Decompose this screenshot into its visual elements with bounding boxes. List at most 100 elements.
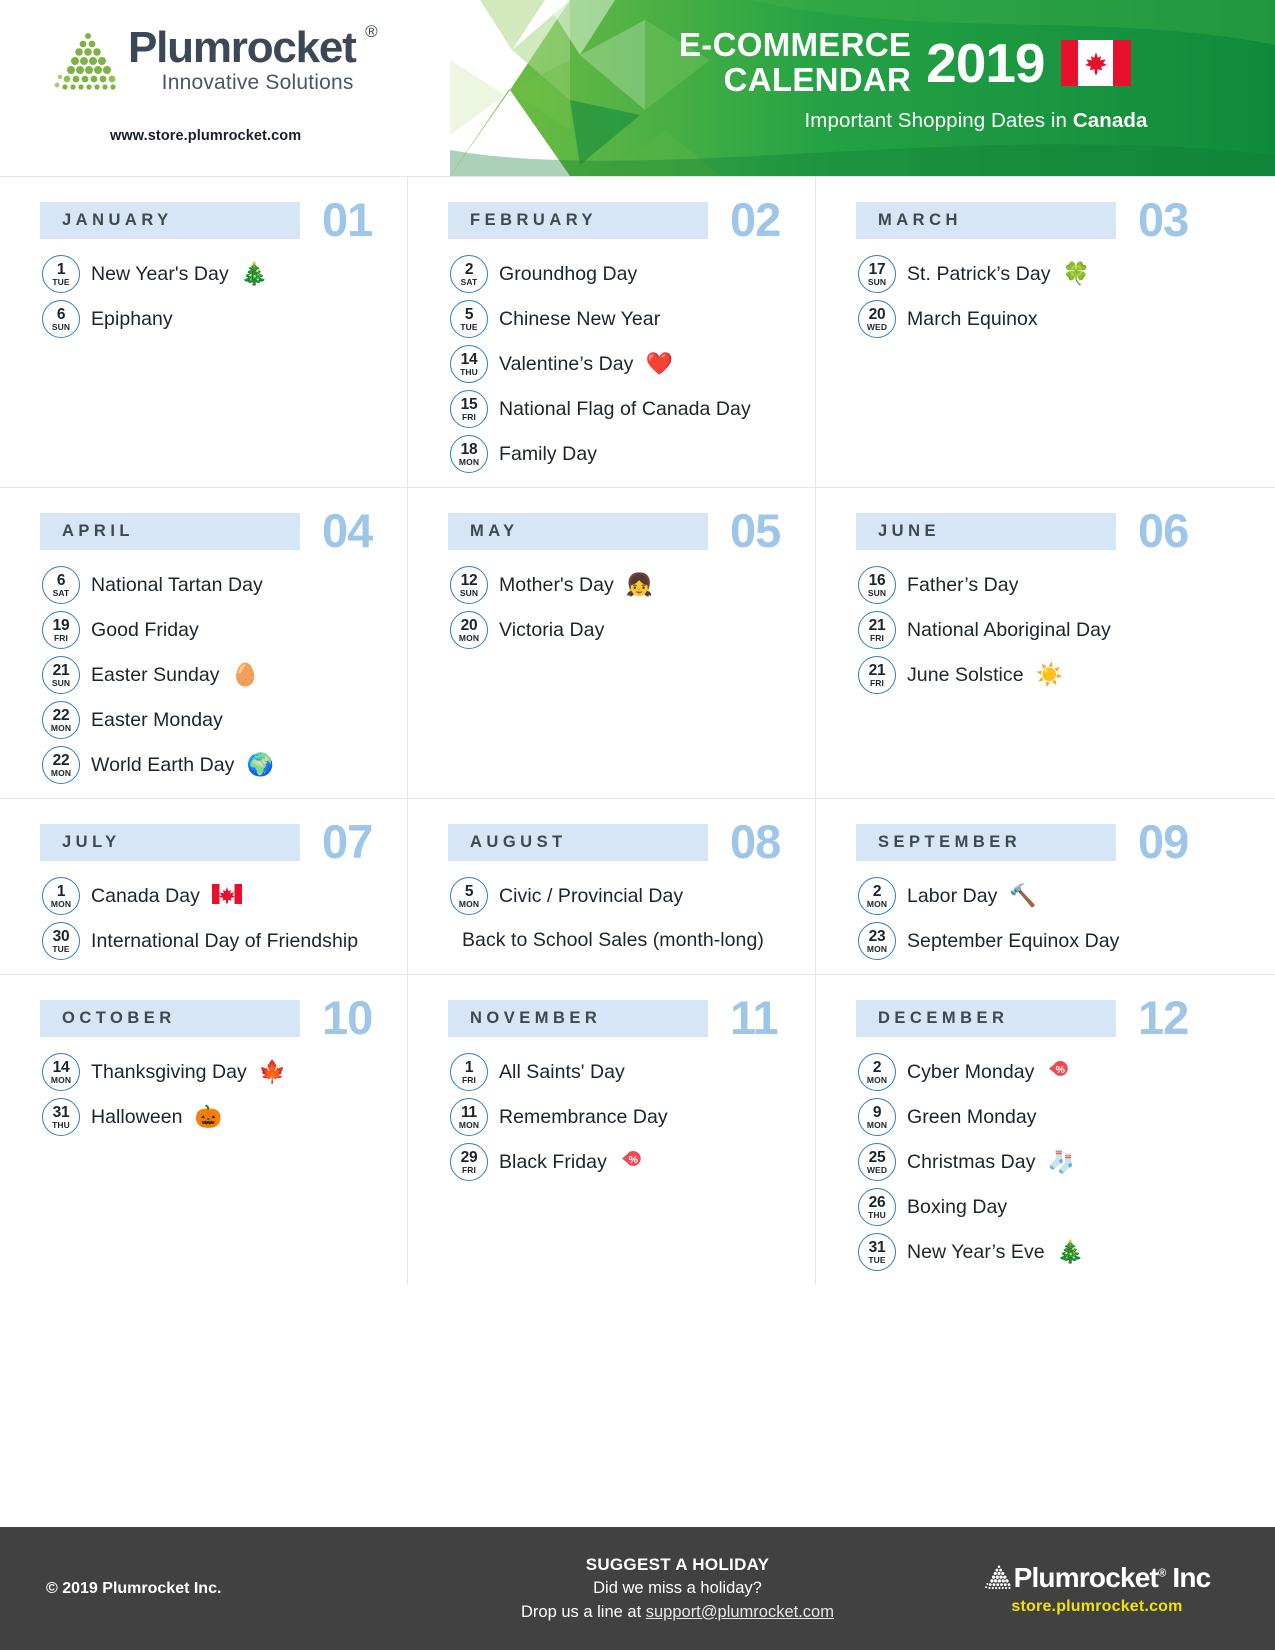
date-day-number: 16 — [868, 571, 886, 589]
footer-brand-text: Plumrocket — [1013, 1561, 1159, 1593]
event-label: Remembrance Day — [499, 1105, 668, 1128]
girl-face-icon: 👧 — [625, 572, 654, 597]
date-badge: 15 FRI — [450, 390, 488, 428]
event-label: Groundhog Day — [499, 262, 638, 285]
footer-suggest-block: SUGGEST A HOLIDAY Did we miss a holiday?… — [420, 1553, 935, 1624]
event-list: 12 SUN Mother's Day 👧 20 MON Victoria Day — [408, 566, 815, 649]
event-label: World Earth Day — [91, 753, 235, 776]
date-weekday: WED — [866, 1165, 888, 1175]
event-list: 1 FRI All Saints' Day 11 MON Remembrance Day 2… — [408, 1053, 815, 1181]
brand-wordmark: Plumrocket ® Innovative Solutions — [128, 22, 378, 95]
footer-brand-name: Plumrocket® Inc — [1013, 1561, 1212, 1594]
event-item: 22 MON Easter Monday — [42, 701, 407, 739]
month-header: MAY 05 — [408, 507, 815, 554]
event-label: Green Monday — [907, 1105, 1037, 1128]
event-label: St. Patrick’s Day — [907, 262, 1051, 285]
event-item: 18 MON Family Day — [450, 435, 815, 473]
event-label: Cyber Monday — [907, 1060, 1035, 1083]
footer-brand-block: Plumrocket® Inc store.plumrocket.com — [935, 1562, 1275, 1616]
header-title: E-COMMERCE CALENDAR — [679, 27, 911, 97]
brand-tagline: Innovative Solutions — [161, 71, 354, 94]
discount-percent-icon: % — [619, 1148, 643, 1176]
event-label: Back to School Sales (month-long) — [462, 928, 764, 951]
footer-site-url: store.plumrocket.com — [1011, 1597, 1183, 1615]
date-weekday: FRI — [462, 412, 476, 422]
event-label: March Equinox — [907, 307, 1038, 330]
month-name: OCTOBER — [40, 999, 300, 1037]
date-weekday: MON — [866, 1075, 888, 1085]
date-day-number: 18 — [460, 440, 478, 458]
date-day-number: 6 — [56, 571, 66, 589]
date-badge: 1 MON — [42, 877, 80, 915]
date-badge: 2 MON — [858, 877, 896, 915]
date-weekday: FRI — [870, 678, 884, 688]
discount-percent-icon: % — [1046, 1058, 1070, 1086]
date-day-number: 21 — [52, 661, 70, 679]
month-name: APRIL — [40, 512, 300, 550]
month-name: AUGUST — [448, 823, 708, 861]
footer-support-email-link[interactable]: support@plumrocket.com — [646, 1603, 834, 1621]
date-badge: 31 THU — [42, 1098, 80, 1136]
event-label: Mother's Day — [499, 573, 614, 596]
calendar-row: APRIL 04 6 SAT National Tartan Day 19 FRI Good … — [0, 488, 1275, 799]
month-card-february: FEBRUARY 02 2 SAT Groundhog Day 5 TUE Chinese N… — [408, 176, 816, 488]
event-item: 1 TUE New Year's Day 🎄 — [42, 255, 407, 293]
header-subtitle-country: Canada — [1072, 109, 1148, 132]
event-item: 1 FRI All Saints' Day — [450, 1053, 815, 1091]
month-number: 06 — [1138, 504, 1189, 557]
month-header: JULY 07 — [0, 815, 407, 868]
header-subtitle-prefix: Important Shopping Dates in — [804, 109, 1073, 132]
event-label: New Year’s Eve — [907, 1240, 1045, 1263]
date-badge: 21 FRI — [858, 656, 896, 694]
event-label: National Flag of Canada Day — [499, 397, 751, 420]
event-label: Civic / Provincial Day — [499, 884, 684, 907]
event-item: 20 WED March Equinox — [858, 300, 1275, 338]
event-item: 30 TUE International Day of Friendship — [42, 922, 407, 960]
date-weekday: MON — [50, 899, 72, 909]
date-day-number: 26 — [868, 1193, 886, 1211]
date-weekday: WED — [866, 322, 888, 332]
footer-suggest-contact: Drop us a line at support@plumrocket.com — [420, 1601, 935, 1624]
event-item: 5 TUE Chinese New Year — [450, 300, 815, 338]
calendar-row: OCTOBER 10 14 MON Thanksgiving Day 🍁 31 THU Hall… — [0, 975, 1275, 1285]
month-number: 07 — [322, 815, 373, 868]
event-list: 14 MON Thanksgiving Day 🍁 31 THU Halloween 🎃 — [0, 1053, 407, 1136]
four-leaf-clover-icon: 🍀 — [1062, 261, 1090, 286]
date-badge: 21 SUN — [42, 656, 80, 694]
calendar-row: JANUARY 01 1 TUE New Year's Day 🎄 6 SUN Epiphany… — [0, 176, 1275, 488]
date-weekday: FRI — [462, 1165, 476, 1175]
event-label: All Saints' Day — [499, 1060, 625, 1083]
month-name: MARCH — [856, 201, 1116, 239]
footer-brand-suffix: Inc — [1165, 1561, 1211, 1593]
date-badge: 2 SAT — [450, 255, 488, 293]
date-badge: 11 MON — [450, 1098, 488, 1136]
event-item: 16 SUN Father’s Day — [858, 566, 1275, 604]
date-badge: 26 THU — [858, 1188, 896, 1226]
page-footer: © 2019 Plumrocket Inc. SUGGEST A HOLIDAY… — [0, 1527, 1275, 1650]
month-name: NOVEMBER — [448, 999, 708, 1037]
event-item: 23 MON September Equinox Day — [858, 922, 1275, 960]
month-card-june: JUNE 06 16 SUN Father’s Day 21 FRI National Abo… — [816, 488, 1275, 799]
date-badge: 29 FRI — [450, 1143, 488, 1181]
footer-logo: Plumrocket® Inc — [935, 1562, 1259, 1594]
month-header: MARCH 03 — [816, 193, 1275, 246]
header-subtitle: Important Shopping Dates in Canada — [655, 109, 1275, 133]
event-list: 2 MON Cyber Monday% 9 MON Green Monday 25 WED Ch… — [816, 1053, 1275, 1271]
date-day-number: 11 — [461, 1103, 477, 1121]
date-weekday: MON — [458, 633, 480, 643]
event-item: 31 TUE New Year’s Eve 🎄 — [858, 1233, 1275, 1271]
month-name: DECEMBER — [856, 999, 1116, 1037]
month-number: 03 — [1138, 193, 1189, 246]
month-number: 12 — [1138, 991, 1189, 1044]
date-badge: 2 MON — [858, 1053, 896, 1091]
date-badge: 1 FRI — [450, 1053, 488, 1091]
maple-leaf-icon — [1084, 52, 1107, 75]
date-badge: 14 MON — [42, 1053, 80, 1091]
date-badge: 14 THU — [450, 345, 488, 383]
date-badge: 5 TUE — [450, 300, 488, 338]
month-header: JANUARY 01 — [0, 196, 407, 243]
canada-flag-icon — [211, 884, 242, 908]
date-day-number: 5 — [464, 305, 474, 323]
header-title-block: E-COMMERCE CALENDAR 2019 Important Shopp… — [655, 0, 1275, 176]
date-day-number: 19 — [52, 616, 70, 634]
